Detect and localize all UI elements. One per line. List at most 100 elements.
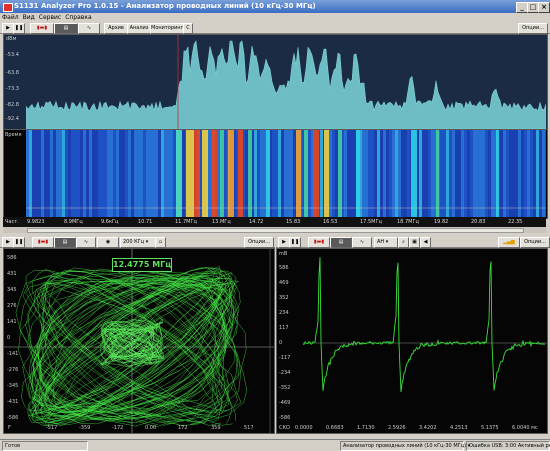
lissajous-axis-letter: F	[8, 425, 11, 431]
lissajous-y-tick: -431	[7, 399, 19, 405]
spectrum-y-tick: -92.4	[6, 116, 19, 122]
oscilloscope-options-button[interactable]: Опции...	[520, 237, 550, 248]
frequency-tick: 16.53	[323, 219, 338, 225]
scope-view-icon[interactable]: ∿	[78, 23, 100, 34]
spectrum-scrollbar[interactable]	[3, 227, 546, 233]
c-button[interactable]: С	[183, 23, 193, 34]
waterfall-display	[26, 130, 546, 218]
scrollbar-thumb[interactable]	[27, 228, 524, 233]
frequency-tick: 17.5МГц	[360, 219, 382, 225]
frequency-axis: Част. 9.9823 8.9МГц 9.6кГц 10.71 11.7МГц 13.М…	[3, 217, 546, 227]
frequency-tick: 19.82	[434, 219, 449, 225]
oscilloscope-y-tick: 352	[279, 295, 289, 301]
pause-icon[interactable]: ❚❚	[13, 237, 25, 248]
spectrum-y-tick: -82.8	[6, 102, 19, 108]
analysis-button[interactable]: Анализ	[127, 23, 151, 34]
lock-icon[interactable]: ▣	[409, 237, 420, 248]
waterfall-time-label: Время	[5, 132, 22, 138]
lissajous-y-tick: -345	[7, 383, 19, 389]
bandwidth-select[interactable]: 200 КГц ▾	[120, 237, 156, 248]
lissajous-panel[interactable]: 12.4775 МГц 586 431 345 276 141 0 -141 -276 -345…	[3, 248, 275, 434]
spectrum-view-icon[interactable]: ▮▬▮	[30, 23, 54, 34]
frequency-readout: 12.4775 МГц	[112, 258, 172, 272]
oscilloscope-x-tick: 0.0000	[295, 425, 313, 431]
oscilloscope-y-tick: -234	[279, 370, 291, 376]
frequency-tick: 11.7МГц	[175, 219, 197, 225]
spectrum-view-icon[interactable]: ▮▬▮	[32, 237, 54, 248]
lissajous-y-tick: 276	[7, 303, 17, 309]
lissajous-x-tick: 0.00	[145, 425, 157, 431]
lissajous-toolbar: ▶ ❚❚ ▮▬▮ ▤ ∿ ◉ 200 КГц ▾ ▫ Опции...	[0, 236, 275, 248]
close-button[interactable]: ×	[538, 2, 550, 13]
menu-view[interactable]: Вид	[21, 13, 37, 22]
pause-icon[interactable]: ❚❚	[13, 23, 25, 34]
oscilloscope-x-tick: 4.2513	[450, 425, 468, 431]
menu-service[interactable]: Сервис	[37, 13, 63, 22]
frequency-tick: 8.9МГц	[64, 219, 83, 225]
monitoring-button[interactable]: Мониторинг	[150, 23, 184, 34]
frequency-tick: 18.7МГц	[397, 219, 419, 225]
lissajous-y-tick: -586	[7, 415, 19, 421]
oscilloscope-y-tick: -117	[279, 355, 291, 361]
lissajous-x-tick: -359	[79, 425, 91, 431]
frequency-tick: 9.6кГц	[101, 219, 119, 225]
lissajous-y-tick: -141	[7, 351, 19, 357]
scope-view-icon[interactable]: ∿	[76, 237, 96, 248]
oscilloscope-toolbar: ▶ ❚❚ ▮▬▮ ▤ ∿ АН ▾ ⌕ ▣ ◀ ▂▄▆ Опции...	[276, 236, 550, 248]
lissajous-y-tick: 586	[7, 255, 17, 261]
oscilloscope-panel[interactable]: mB 586 469 352 234 117 0 -117 -234 -352 -469 -586 …	[276, 248, 548, 434]
lissajous-x-tick: 172	[178, 425, 188, 431]
menu-file[interactable]: Файл	[0, 13, 21, 22]
oscilloscope-x-tick: 0.6683	[326, 425, 344, 431]
spectrum-view-icon[interactable]: ▮▬▮	[308, 237, 330, 248]
spectrum-trace	[26, 35, 546, 129]
lissajous-y-tick: 345	[7, 287, 17, 293]
eye-icon[interactable]: ◉	[97, 237, 119, 248]
mode-select-value: Анализатор проводных линий (10 кГц-30 МГ…	[343, 443, 467, 449]
lissajous-x-tick: -172	[112, 425, 124, 431]
app-logo-icon	[3, 3, 13, 12]
frequency-tick: 20.83	[471, 219, 486, 225]
waterfall-panel[interactable]: Время	[3, 129, 548, 219]
menu-help[interactable]: Справка	[63, 13, 93, 22]
bandwidth-select-value: 200 КГц	[123, 239, 145, 245]
oscilloscope-x-tick: 6.0040 мс	[512, 425, 538, 431]
spectrum-y-tick: -63.8	[6, 70, 19, 76]
waterfall-view-icon[interactable]: ▤	[54, 237, 76, 248]
frequency-tick: 9.9823	[27, 219, 45, 225]
settings-icon[interactable]: ▫	[155, 237, 166, 248]
oscilloscope-trace	[302, 257, 547, 393]
search-icon[interactable]: ⌕	[398, 237, 409, 248]
channel-select[interactable]: АН ▾	[374, 237, 398, 248]
lissajous-y-tick: 141	[7, 319, 17, 325]
waterfall-view-icon[interactable]: ▤	[330, 237, 352, 248]
frequency-tick: 13.МГц	[212, 219, 231, 225]
oscilloscope-y-tick: -586	[279, 415, 291, 421]
archive-button[interactable]: Архив	[104, 23, 128, 34]
spectrum-y-tick: -53.4	[6, 52, 19, 58]
spectrum-panel[interactable]: dBм -53.4 -63.8 -73.3 -82.8 -92.4	[3, 34, 548, 130]
oscilloscope-x-tick: 3.4202	[419, 425, 437, 431]
oscilloscope-y-tick: 469	[279, 280, 289, 286]
spectrum-options-button[interactable]: Опции...	[518, 23, 548, 34]
lissajous-x-tick: 517	[244, 425, 254, 431]
oscilloscope-y-tick: 234	[279, 310, 289, 316]
status-bar: Готов Анализатор проводных линий (10 кГц…	[0, 439, 550, 451]
oscilloscope-corner-label: СКО	[279, 425, 290, 431]
lissajous-options-button[interactable]: Опции...	[244, 237, 274, 248]
scope-view-icon[interactable]: ∿	[352, 237, 372, 248]
lissajous-y-tick: -276	[7, 367, 19, 373]
speaker-icon[interactable]: ◀	[420, 237, 431, 248]
oscilloscope-x-tick: 5.1375	[481, 425, 499, 431]
frequency-tick: 22.35	[508, 219, 523, 225]
frequency-tick: 10.71	[138, 219, 153, 225]
oscilloscope-x-tick: 2.5926	[388, 425, 406, 431]
oscilloscope-y-tick: 586	[279, 265, 289, 271]
lissajous-y-tick: 0	[7, 335, 11, 341]
oscilloscope-y-tick: -352	[279, 385, 291, 391]
oscilloscope-x-tick: 1.7130	[357, 425, 375, 431]
waterfall-view-icon[interactable]: ▤	[54, 23, 78, 34]
bar-chart-icon[interactable]: ▂▄▆	[498, 237, 520, 248]
lissajous-x-tick: -517	[46, 425, 58, 431]
pause-icon[interactable]: ❚❚	[289, 237, 301, 248]
